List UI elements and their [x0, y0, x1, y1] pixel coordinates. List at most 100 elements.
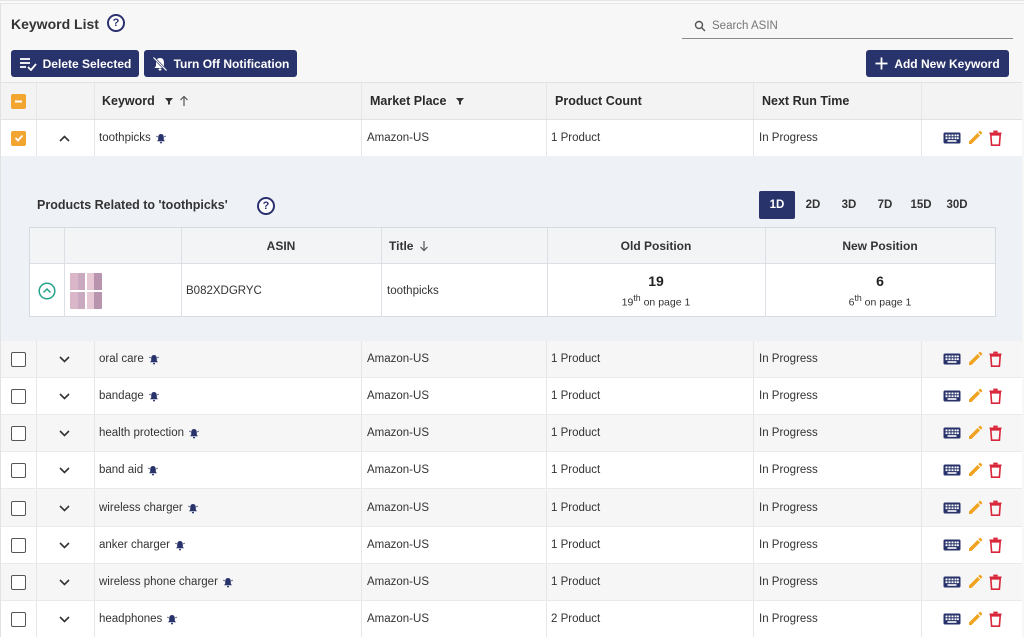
- chevron-down-icon: [59, 466, 70, 474]
- row-checkbox[interactable]: [11, 120, 26, 156]
- sort-arrow-up-icon[interactable]: [179, 95, 189, 107]
- expand-row-button[interactable]: [59, 415, 70, 451]
- row-checkbox[interactable]: [11, 601, 26, 637]
- keyword-text: headphones: [99, 613, 163, 625]
- keyword-column-header[interactable]: Keyword: [102, 83, 189, 119]
- edit-pencil-icon[interactable]: [967, 462, 983, 478]
- bell-icon[interactable]: [187, 503, 198, 514]
- asin-cell[interactable]: B082XDGRYC: [186, 264, 262, 317]
- bell-icon[interactable]: [175, 540, 185, 551]
- edit-pencil-icon[interactable]: [967, 574, 983, 590]
- old-position-value: 19: [648, 272, 664, 289]
- table-row: band aid Amazon-US 1 Product In Progress: [1, 452, 1022, 489]
- keyboard-icon[interactable]: [943, 539, 961, 551]
- edit-pencil-icon[interactable]: [967, 351, 983, 367]
- expand-row-button[interactable]: [59, 341, 70, 377]
- next-run-cell: In Progress: [759, 502, 818, 514]
- delete-trash-icon[interactable]: [989, 388, 1002, 404]
- expand-row-button[interactable]: [59, 564, 70, 600]
- add-new-keyword-button[interactable]: Add New Keyword: [866, 50, 1009, 77]
- bell-icon[interactable]: [155, 133, 166, 144]
- title-column-header[interactable]: Title: [389, 228, 429, 264]
- next-run-cell: In Progress: [759, 464, 818, 476]
- marketplace-cell: Amazon-US: [367, 464, 429, 476]
- expand-row-button[interactable]: [59, 527, 70, 563]
- edit-pencil-icon[interactable]: [967, 537, 983, 553]
- delete-trash-icon[interactable]: [989, 462, 1002, 478]
- keyboard-icon[interactable]: [943, 613, 961, 625]
- related-products-panel: Products Related to 'toothpicks' ? 1D 2D…: [1, 156, 1022, 341]
- title-column-label: Title: [389, 239, 414, 253]
- bell-off-icon: [152, 56, 168, 71]
- row-actions: [943, 415, 1002, 451]
- row-checkbox[interactable]: [11, 564, 26, 600]
- filter-icon[interactable]: [456, 97, 465, 105]
- next-run-cell: In Progress: [759, 132, 818, 144]
- delete-trash-icon[interactable]: [989, 574, 1002, 590]
- row-checkbox[interactable]: [11, 415, 26, 451]
- keyword-text: anker charger: [99, 539, 170, 551]
- delete-trash-icon[interactable]: [989, 500, 1002, 516]
- chevron-up-icon: [59, 134, 70, 142]
- bell-icon[interactable]: [167, 614, 178, 625]
- keyword-cell: bandage: [99, 378, 159, 414]
- keyboard-icon[interactable]: [943, 576, 961, 588]
- expand-row-button[interactable]: [59, 601, 70, 637]
- delete-trash-icon[interactable]: [989, 537, 1002, 553]
- keyboard-icon[interactable]: [943, 464, 961, 476]
- expand-row-button[interactable]: [59, 378, 70, 414]
- row-checkbox[interactable]: [11, 527, 26, 563]
- keyboard-icon[interactable]: [943, 132, 961, 144]
- row-checkbox[interactable]: [11, 490, 26, 526]
- expand-product-button[interactable]: [38, 264, 56, 317]
- collapse-row-button[interactable]: [59, 120, 70, 156]
- turn-off-notification-button[interactable]: Turn Off Notification: [144, 50, 297, 77]
- row-checkbox[interactable]: [11, 452, 26, 488]
- filter-icon[interactable]: [164, 97, 173, 105]
- keyboard-icon[interactable]: [943, 353, 961, 365]
- row-checkbox[interactable]: [11, 341, 26, 377]
- edit-pencil-icon[interactable]: [967, 130, 983, 146]
- edit-pencil-icon[interactable]: [967, 500, 983, 516]
- keyboard-icon[interactable]: [943, 502, 961, 514]
- row-checkbox[interactable]: [11, 378, 26, 414]
- marketplace-column-header[interactable]: Market Place: [370, 83, 465, 119]
- keyword-text: health protection: [99, 427, 185, 439]
- edit-pencil-icon[interactable]: [967, 611, 983, 627]
- bell-icon[interactable]: [148, 354, 159, 365]
- range-2d-button[interactable]: 2D: [795, 191, 831, 219]
- expand-row-button[interactable]: [59, 452, 70, 488]
- expand-row-button[interactable]: [59, 490, 70, 526]
- row-actions: [943, 452, 1002, 488]
- related-products-title: Products Related to 'toothpicks': [37, 198, 228, 212]
- bell-icon[interactable]: [223, 577, 233, 588]
- keyboard-icon[interactable]: [943, 390, 961, 402]
- range-15d-button[interactable]: 15D: [903, 191, 939, 219]
- sort-arrow-down-icon[interactable]: [419, 240, 429, 252]
- next-run-column-header: Next Run Time: [762, 94, 850, 108]
- edit-pencil-icon[interactable]: [967, 425, 983, 441]
- bell-icon[interactable]: [189, 428, 199, 439]
- delete-trash-icon[interactable]: [989, 611, 1002, 627]
- delete-trash-icon[interactable]: [989, 351, 1002, 367]
- bell-icon[interactable]: [148, 465, 158, 476]
- product-thumbnail[interactable]: [70, 264, 102, 317]
- range-7d-button[interactable]: 7D: [867, 191, 903, 219]
- help-icon[interactable]: ?: [257, 197, 275, 215]
- delete-trash-icon[interactable]: [989, 425, 1002, 441]
- help-icon[interactable]: ?: [107, 14, 125, 32]
- range-1d-button[interactable]: 1D: [759, 191, 795, 219]
- select-all-checkbox[interactable]: [11, 83, 26, 119]
- product-count-cell: 2 Product: [551, 613, 601, 625]
- keyboard-icon[interactable]: [943, 427, 961, 439]
- bell-icon[interactable]: [148, 391, 159, 402]
- delete-trash-icon[interactable]: [989, 130, 1002, 146]
- new-position-cell: 6 6th on page 1: [765, 264, 995, 317]
- range-30d-button[interactable]: 30D: [939, 191, 975, 219]
- edit-pencil-icon[interactable]: [967, 388, 983, 404]
- range-3d-button[interactable]: 3D: [831, 191, 867, 219]
- marketplace-cell: Amazon-US: [367, 132, 429, 144]
- delete-selected-button[interactable]: Delete Selected: [11, 50, 139, 77]
- asin-column-header: ASIN: [266, 239, 296, 253]
- search-asin-input[interactable]: Search ASIN: [682, 14, 1013, 39]
